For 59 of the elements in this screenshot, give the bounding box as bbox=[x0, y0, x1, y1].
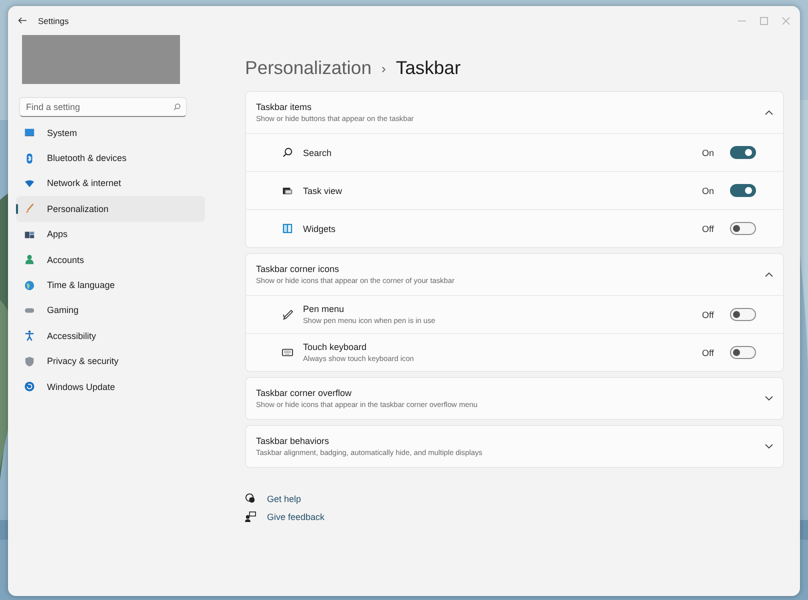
toggle-switch[interactable] bbox=[730, 146, 756, 159]
sidebar-item[interactable]: Personalization bbox=[16, 196, 205, 222]
sidebar-item[interactable]: System bbox=[16, 120, 205, 146]
keyboard-icon bbox=[282, 347, 293, 358]
card-title: Taskbar items bbox=[256, 102, 313, 112]
sidebar-item[interactable]: Privacy & security bbox=[16, 348, 205, 374]
chevron-down-icon[interactable] bbox=[765, 396, 773, 401]
breadcrumb-separator: › bbox=[382, 60, 386, 76]
toggle-state: Off bbox=[702, 224, 715, 234]
toggle-state: On bbox=[702, 148, 716, 158]
sidebar-item[interactable]: Apps bbox=[16, 222, 205, 247]
toggle-state: On bbox=[702, 186, 716, 196]
wifi-icon bbox=[24, 178, 35, 189]
task-view-icon bbox=[282, 185, 293, 196]
card-title: Taskbar corner overflow bbox=[256, 388, 353, 398]
search-icon bbox=[173, 103, 181, 111]
setting-label: Touch keyboard bbox=[303, 342, 368, 352]
widgets-icon bbox=[282, 223, 293, 234]
person-icon bbox=[24, 254, 35, 266]
toggle-switch[interactable] bbox=[730, 184, 756, 197]
update-icon bbox=[24, 381, 35, 392]
sidebar-item[interactable]: Accessibility bbox=[16, 323, 205, 349]
sidebar-item[interactable]: Network & internet bbox=[16, 170, 205, 196]
sidebar-item[interactable]: Bluetooth & devices bbox=[16, 145, 205, 171]
setting-label: Search bbox=[303, 148, 333, 158]
accessibility-icon bbox=[24, 330, 35, 342]
bluetooth-icon bbox=[24, 152, 35, 164]
toggle-switch[interactable] bbox=[730, 222, 756, 235]
globe-icon bbox=[24, 280, 35, 291]
breadcrumb-link[interactable]: Personalization bbox=[245, 57, 372, 79]
sidebar-item[interactable]: Gaming bbox=[16, 298, 205, 324]
brush-icon bbox=[24, 203, 35, 214]
card-title: Taskbar behaviors bbox=[256, 436, 330, 446]
sidebar-item[interactable]: Time & language bbox=[16, 272, 205, 298]
toggle-state: Off bbox=[702, 348, 715, 358]
toggle-switch[interactable] bbox=[730, 346, 756, 359]
pen-icon bbox=[282, 309, 293, 320]
setting-label: Pen menu bbox=[303, 304, 346, 314]
page-title: Taskbar bbox=[396, 57, 461, 79]
toggle-switch[interactable] bbox=[730, 308, 756, 321]
setting-label: Task view bbox=[303, 186, 344, 196]
shield-icon bbox=[24, 356, 35, 367]
window-title: Settings bbox=[38, 16, 70, 26]
toggle-state: Off bbox=[702, 310, 715, 320]
help-link[interactable]: Give feedback bbox=[267, 512, 325, 522]
setting-label: Widgets bbox=[303, 224, 337, 234]
chevron-down-icon[interactable] bbox=[765, 444, 773, 449]
monitor-icon bbox=[24, 127, 35, 138]
sidebar-item[interactable]: Accounts bbox=[16, 246, 205, 272]
search-icon bbox=[282, 147, 293, 158]
feedback-icon bbox=[245, 511, 256, 522]
card-title: Taskbar corner icons bbox=[256, 264, 340, 274]
help-link[interactable]: Get help bbox=[267, 494, 302, 504]
chevron-up-icon[interactable] bbox=[765, 110, 773, 115]
back-arrow-icon[interactable] bbox=[18, 17, 27, 24]
chevron-up-icon[interactable] bbox=[765, 272, 773, 277]
search-field[interactable]: Find a setting bbox=[19, 97, 187, 117]
sidebar-item[interactable]: Windows Update bbox=[16, 374, 205, 400]
help-icon bbox=[245, 493, 256, 504]
